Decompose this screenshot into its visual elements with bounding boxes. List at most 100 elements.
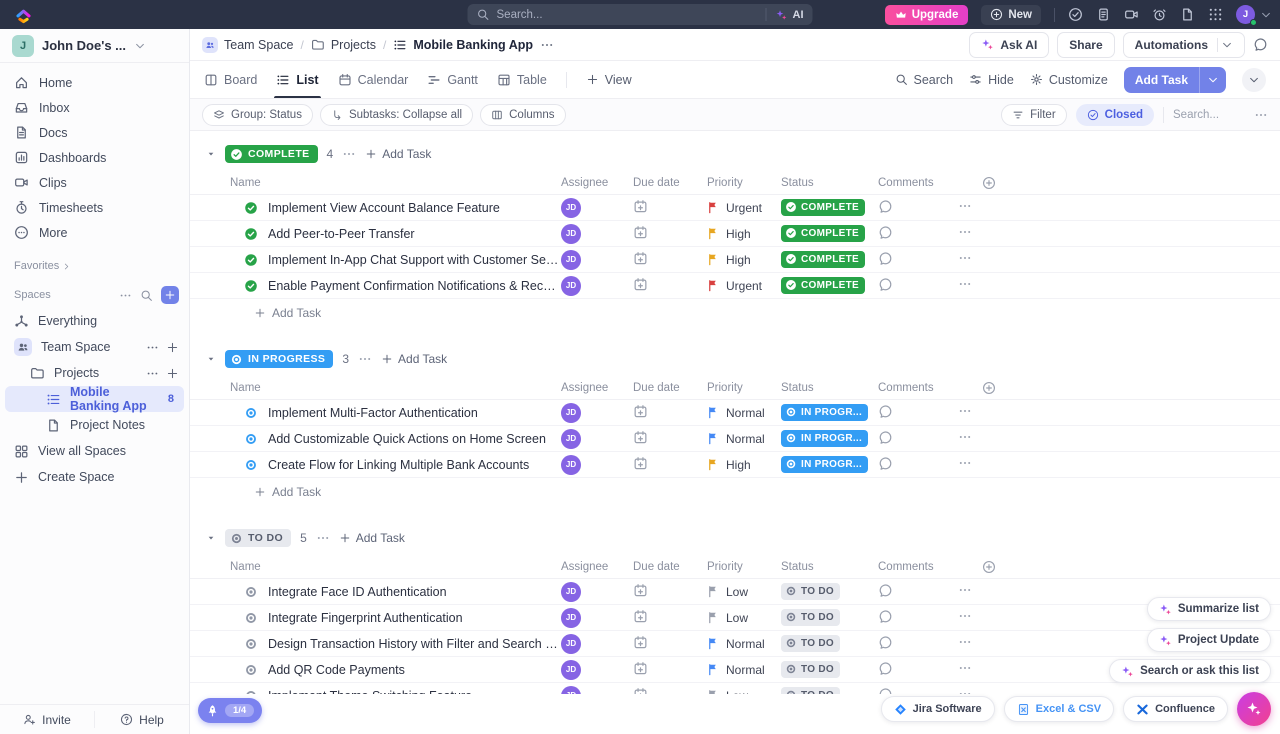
column-header-assignee[interactable]: Assignee	[561, 382, 633, 394]
due-date-icon[interactable]	[633, 661, 648, 676]
sidebar-item-timesheets[interactable]: Timesheets	[0, 195, 189, 220]
row-menu-icon[interactable]	[958, 456, 972, 470]
column-header-status[interactable]: Status	[781, 177, 878, 189]
record-clip-icon[interactable]	[1124, 7, 1139, 22]
assignee-avatar[interactable]: JD	[561, 403, 581, 423]
priority-cell[interactable]: High	[707, 458, 781, 472]
folder-menu-icon[interactable]	[146, 367, 159, 380]
sidebar-item-inbox[interactable]: Inbox	[0, 95, 189, 120]
row-menu-icon[interactable]	[958, 583, 972, 597]
task-row[interactable]: Implement View Account Balance Feature J…	[190, 195, 1280, 221]
tab-board[interactable]: Board	[204, 61, 257, 98]
column-header-priority[interactable]: Priority	[707, 561, 781, 573]
add-task-row[interactable]: Add Task	[190, 478, 1280, 505]
new-button[interactable]: New	[981, 5, 1041, 25]
spaces-menu-icon[interactable]	[119, 289, 132, 302]
add-column-button[interactable]	[958, 176, 1002, 190]
closed-toggle[interactable]: Closed	[1076, 104, 1154, 126]
column-header-due-date[interactable]: Due date	[633, 561, 707, 573]
comment-icon[interactable]	[878, 404, 893, 419]
status-badge[interactable]: TO DO	[781, 609, 840, 626]
integration-jira-software[interactable]: Jira Software	[881, 696, 995, 722]
breadcrumb-current-list[interactable]: Mobile Banking App	[393, 38, 533, 52]
assignee-avatar[interactable]: JD	[561, 686, 581, 695]
column-header-comments[interactable]: Comments	[878, 382, 958, 394]
row-menu-icon[interactable]	[958, 404, 972, 418]
group-menu-icon[interactable]	[358, 352, 372, 366]
search-ai-button[interactable]: AI	[766, 8, 804, 21]
ask-ai-button[interactable]: Ask AI	[969, 32, 1049, 58]
row-menu-icon[interactable]	[958, 225, 972, 239]
assignee-avatar[interactable]: JD	[561, 634, 581, 654]
pill-group-status[interactable]: Group: Status	[202, 104, 313, 126]
task-status-icon[interactable]	[244, 637, 258, 651]
sidebar-item-home[interactable]: Home	[0, 70, 189, 95]
spaces-search-icon[interactable]	[140, 289, 153, 302]
task-status-icon[interactable]	[244, 279, 258, 293]
list-search-input[interactable]: Search...	[1173, 109, 1245, 121]
column-header-due-date[interactable]: Due date	[633, 177, 707, 189]
comment-icon[interactable]	[878, 277, 893, 292]
column-header-name[interactable]: Name	[230, 561, 561, 573]
task-row[interactable]: Create Flow for Linking Multiple Bank Ac…	[190, 452, 1280, 478]
column-header-status[interactable]: Status	[781, 382, 878, 394]
comment-icon[interactable]	[878, 225, 893, 240]
breadcrumb-projects[interactable]: Projects	[311, 38, 376, 52]
assignee-avatar[interactable]: JD	[561, 455, 581, 475]
sidebar-item-dashboards[interactable]: Dashboards	[0, 145, 189, 170]
notepad-icon[interactable]	[1096, 7, 1111, 22]
upgrade-button[interactable]: Upgrade	[885, 5, 969, 25]
task-status-icon[interactable]	[244, 406, 258, 420]
row-menu-icon[interactable]	[958, 277, 972, 291]
due-date-icon[interactable]	[633, 277, 648, 292]
reminders-icon[interactable]	[1152, 7, 1167, 22]
column-header-assignee[interactable]: Assignee	[561, 561, 633, 573]
task-status-icon[interactable]	[244, 689, 258, 695]
status-badge[interactable]: TO DO	[781, 583, 840, 600]
list-menu-icon[interactable]	[540, 38, 554, 52]
global-search-bar[interactable]: Search... AI	[468, 4, 813, 25]
group-menu-icon[interactable]	[316, 531, 330, 545]
ai-action-search-or-ask-this-list[interactable]: Search or ask this list	[1109, 659, 1271, 683]
my-tasks-icon[interactable]	[1068, 7, 1083, 22]
priority-cell[interactable]: High	[707, 227, 781, 241]
column-header-priority[interactable]: Priority	[707, 177, 781, 189]
sidebar-item-view-all-spaces[interactable]: View all Spaces	[0, 438, 189, 464]
clickup-logo-icon[interactable]	[14, 5, 33, 24]
comment-icon[interactable]	[878, 430, 893, 445]
assignee-avatar[interactable]: JD	[561, 582, 581, 602]
collapse-group-icon[interactable]	[206, 533, 216, 543]
status-badge[interactable]: IN PROGR...	[781, 456, 868, 473]
due-date-icon[interactable]	[633, 251, 648, 266]
sidebar-item-mobile-banking-app[interactable]: Mobile Banking App 8	[5, 386, 184, 412]
assignee-avatar[interactable]: JD	[561, 198, 581, 218]
task-row[interactable]: Add Customizable Quick Actions on Home S…	[190, 426, 1280, 452]
sidebar-item-create-space[interactable]: Create Space	[0, 464, 189, 490]
tab-gantt[interactable]: Gantt	[427, 61, 478, 98]
priority-cell[interactable]: Low	[707, 611, 781, 625]
task-status-icon[interactable]	[244, 585, 258, 599]
breadcrumb-team-space[interactable]: Team Space	[202, 37, 293, 53]
due-date-icon[interactable]	[633, 687, 648, 695]
assignee-avatar[interactable]: JD	[561, 429, 581, 449]
task-row[interactable]: Add Peer-to-Peer Transfer JD High COMPLE…	[190, 221, 1280, 247]
task-status-icon[interactable]	[244, 253, 258, 267]
priority-cell[interactable]: Urgent	[707, 279, 781, 293]
onboarding-progress-button[interactable]: 1/4	[198, 698, 262, 723]
view-search-button[interactable]: Search	[895, 73, 954, 87]
status-badge[interactable]: COMPLETE	[781, 251, 865, 268]
task-row[interactable]: Enable Payment Confirmation Notification…	[190, 273, 1280, 299]
assignee-avatar[interactable]: JD	[561, 608, 581, 628]
add-task-row[interactable]: Add Task	[190, 299, 1280, 326]
column-header-name[interactable]: Name	[230, 382, 561, 394]
space-add-icon[interactable]	[166, 341, 179, 354]
due-date-icon[interactable]	[633, 430, 648, 445]
task-status-icon[interactable]	[244, 432, 258, 446]
column-header-name[interactable]: Name	[230, 177, 561, 189]
status-badge[interactable]: TO DO	[781, 661, 840, 678]
pill-subtasks-collapse-all[interactable]: Subtasks: Collapse all	[320, 104, 473, 126]
assignee-avatar[interactable]: JD	[561, 276, 581, 296]
status-badge[interactable]: COMPLETE	[781, 199, 865, 216]
status-badge[interactable]: COMPLETE	[781, 225, 865, 242]
row-menu-icon[interactable]	[958, 251, 972, 265]
